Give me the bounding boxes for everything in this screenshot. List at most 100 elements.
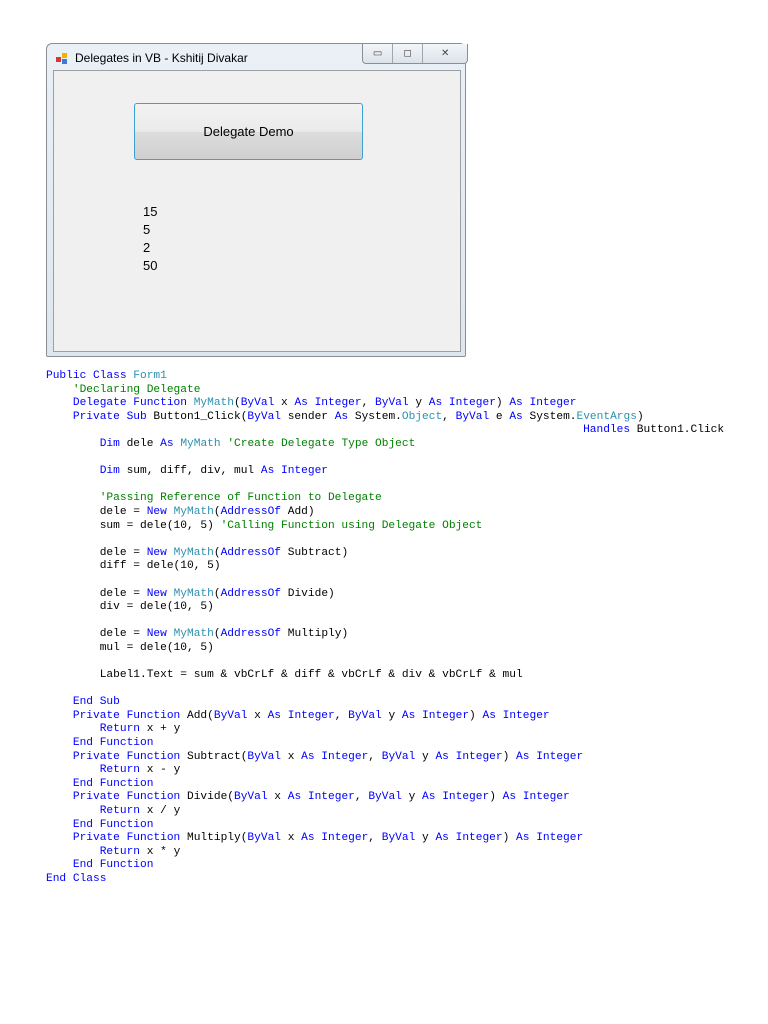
- code-token: AddressOf: [220, 505, 282, 518]
- code-token: ): [502, 750, 517, 763]
- code-token: AddressOf: [220, 587, 282, 600]
- code-token: ): [495, 397, 510, 410]
- code-token: ByVal: [348, 709, 382, 722]
- code-line: Public Class Form1: [46, 370, 724, 384]
- code-token: div = dele(10, 5): [46, 601, 214, 614]
- code-token: dele =: [46, 628, 147, 641]
- form-client-area: Delegate Demo 15 5 2 50: [53, 70, 461, 352]
- code-token: ByVal: [247, 410, 281, 423]
- code-line: Return x + y: [46, 723, 724, 737]
- code-token: sum, diff, div, mul: [119, 465, 261, 478]
- code-token: As: [509, 410, 523, 423]
- code-token: mul = dele(10, 5): [46, 641, 214, 654]
- code-token: AddressOf: [220, 628, 282, 641]
- code-token: As Integer: [509, 397, 577, 410]
- code-token: ByVal: [375, 397, 409, 410]
- delegate-demo-button[interactable]: Delegate Demo: [134, 103, 363, 160]
- code-token: As Integer: [301, 832, 369, 845]
- code-token: As: [334, 410, 349, 423]
- code-token: sender: [281, 410, 335, 423]
- code-token: MyMath: [173, 587, 214, 600]
- code-line: dele = New MyMath(AddressOf Divide): [46, 588, 724, 602]
- code-token: x + y: [140, 723, 181, 736]
- code-line: End Function: [46, 778, 724, 792]
- code-token: System.: [348, 410, 402, 423]
- code-token: Button1.Click: [630, 424, 725, 437]
- code-token: ): [489, 791, 503, 804]
- code-token: Subtract): [281, 546, 349, 559]
- code-token: Object: [401, 410, 443, 423]
- code-token: Label1.Text = sum & vbCrLf & diff & vbCr…: [46, 669, 523, 682]
- code-token: y: [381, 709, 402, 722]
- code-token: ByVal: [368, 791, 402, 804]
- code-token: Form1: [133, 370, 167, 382]
- code-token: Add): [281, 505, 315, 518]
- code-line: Private Function Subtract(ByVal x As Int…: [46, 751, 724, 765]
- code-token: Return: [46, 764, 140, 777]
- code-token: AddressOf: [220, 546, 282, 559]
- code-token: As Integer: [294, 397, 362, 410]
- code-token: 'Passing Reference of Function to Delega…: [46, 492, 382, 505]
- code-token: Button1_Click(: [153, 410, 248, 423]
- code-token: As Integer: [435, 832, 503, 845]
- code-token: Divide(: [180, 791, 234, 804]
- code-line: Label1.Text = sum & vbCrLf & diff & vbCr…: [46, 669, 724, 683]
- output-diff: 5: [143, 222, 151, 237]
- code-token: Private Function: [46, 791, 181, 804]
- code-token: x: [267, 791, 288, 804]
- output-mul: 50: [143, 258, 158, 273]
- code-token: ,: [442, 410, 456, 423]
- code-token: Private Function: [46, 750, 181, 763]
- window-title: Delegates in VB - Kshitij Divakar: [75, 51, 248, 65]
- code-line: dele = New MyMath(AddressOf Add): [46, 506, 724, 520]
- code-token: Private Function: [46, 709, 181, 722]
- code-token: MyMath: [180, 437, 228, 450]
- code-token: Multiply): [281, 628, 349, 641]
- code-token: ByVal: [213, 709, 248, 722]
- code-line: dele = New MyMath(AddressOf Multiply): [46, 628, 724, 642]
- code-token: MyMath: [173, 505, 214, 518]
- code-token: ByVal: [381, 832, 416, 845]
- code-line: End Function: [46, 819, 724, 833]
- code-listing: Public Class Form1 'Declaring Delegate D…: [46, 370, 724, 887]
- code-token: sum = dele(10, 5): [46, 519, 221, 532]
- code-line: 'Declaring Delegate: [46, 384, 724, 398]
- code-line: End Class: [46, 873, 724, 887]
- code-token: y: [415, 750, 436, 763]
- code-token: x: [281, 750, 302, 763]
- code-line: Private Function Add(ByVal x As Integer,…: [46, 710, 724, 724]
- window-controls: ▭ ◻ ✕: [362, 44, 468, 64]
- code-token: End Function: [46, 859, 154, 872]
- code-token: Private Function: [46, 832, 181, 845]
- minimize-button[interactable]: ▭: [363, 44, 394, 63]
- code-token: 'Declaring Delegate: [46, 383, 201, 396]
- maximize-button[interactable]: ◻: [393, 44, 424, 63]
- code-token: ByVal: [247, 750, 281, 763]
- code-line: 'Passing Reference of Function to Delega…: [46, 492, 724, 506]
- code-token: As Integer: [516, 750, 584, 763]
- code-line: Private Function Multiply(ByVal x As Int…: [46, 832, 724, 846]
- code-line: End Function: [46, 859, 724, 873]
- code-token: As Integer: [502, 791, 570, 804]
- code-token: MyMath: [193, 397, 234, 410]
- code-token: x: [281, 832, 302, 845]
- code-token: 'Calling Function using Delegate Object: [220, 519, 483, 532]
- code-token: ,: [368, 750, 382, 763]
- code-line: End Sub: [46, 696, 724, 710]
- code-token: 'Create Delegate Type Object: [227, 437, 416, 450]
- code-token: Dim: [46, 437, 120, 450]
- code-token: Return: [46, 805, 140, 817]
- code-line: Handles Button1.Click: [46, 424, 724, 438]
- code-line: Private Function Divide( ByVal x As Integ…: [46, 791, 724, 805]
- code-token: EventArgs: [576, 410, 637, 423]
- code-token: (: [213, 505, 221, 518]
- code-token: Return: [46, 845, 140, 858]
- close-button[interactable]: ✕: [423, 44, 467, 63]
- output-div: 2: [143, 240, 151, 255]
- code-token: As: [160, 437, 181, 450]
- code-token: ByVal: [247, 832, 281, 845]
- code-token: dele: [119, 437, 161, 450]
